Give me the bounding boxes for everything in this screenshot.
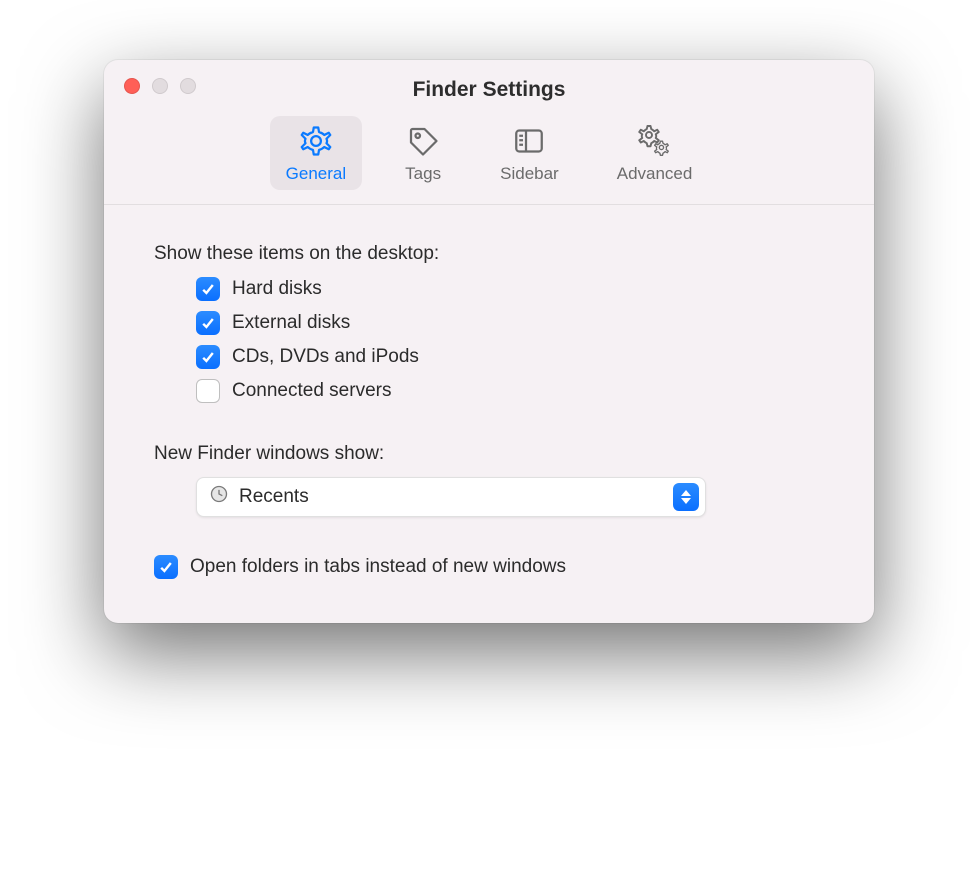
- select-stepper-icon: [673, 483, 699, 511]
- tab-label: General: [286, 164, 346, 184]
- select-value: Recents: [239, 486, 663, 508]
- minimize-button[interactable]: [152, 78, 168, 94]
- checkbox-label: External disks: [232, 312, 350, 334]
- checkbox-hard-disks[interactable]: [196, 277, 220, 301]
- zoom-button[interactable]: [180, 78, 196, 94]
- tab-tags[interactable]: Tags: [388, 116, 458, 190]
- general-pane: Show these items on the desktop: Hard di…: [104, 205, 874, 623]
- new-windows-select[interactable]: Recents: [196, 477, 706, 517]
- checkbox-row-open-in-tabs: Open folders in tabs instead of new wind…: [154, 555, 824, 579]
- tag-icon: [404, 124, 442, 158]
- gear-icon: [297, 124, 335, 158]
- sidebar-icon: [510, 124, 548, 158]
- checkbox-connected-servers[interactable]: [196, 379, 220, 403]
- settings-tabs: General Tags Sidebar: [104, 102, 874, 205]
- recents-icon: [209, 484, 229, 510]
- checkbox-row-connected-servers: Connected servers: [196, 379, 824, 403]
- new-windows-heading: New Finder windows show:: [154, 443, 824, 465]
- gears-icon: [636, 124, 674, 158]
- tab-general[interactable]: General: [270, 116, 362, 190]
- finder-settings-window: Finder Settings General Tags: [104, 60, 874, 623]
- window-title: Finder Settings: [124, 78, 854, 102]
- window-controls: [124, 78, 196, 94]
- checkbox-row-cds-dvds-ipods: CDs, DVDs and iPods: [196, 345, 824, 369]
- checkbox-open-in-tabs[interactable]: [154, 555, 178, 579]
- checkbox-external-disks[interactable]: [196, 311, 220, 335]
- tab-label: Sidebar: [500, 164, 559, 184]
- tab-label: Tags: [405, 164, 441, 184]
- desktop-items-heading: Show these items on the desktop:: [154, 243, 824, 265]
- checkbox-row-external-disks: External disks: [196, 311, 824, 335]
- checkbox-label: Hard disks: [232, 278, 322, 300]
- checkbox-row-hard-disks: Hard disks: [196, 277, 824, 301]
- checkbox-label: Open folders in tabs instead of new wind…: [190, 556, 566, 578]
- tab-sidebar[interactable]: Sidebar: [484, 116, 575, 190]
- close-button[interactable]: [124, 78, 140, 94]
- tab-advanced[interactable]: Advanced: [601, 116, 709, 190]
- checkbox-label: Connected servers: [232, 380, 391, 402]
- tab-label: Advanced: [617, 164, 693, 184]
- checkbox-cds-dvds-ipods[interactable]: [196, 345, 220, 369]
- titlebar: Finder Settings: [104, 60, 874, 102]
- checkbox-label: CDs, DVDs and iPods: [232, 346, 419, 368]
